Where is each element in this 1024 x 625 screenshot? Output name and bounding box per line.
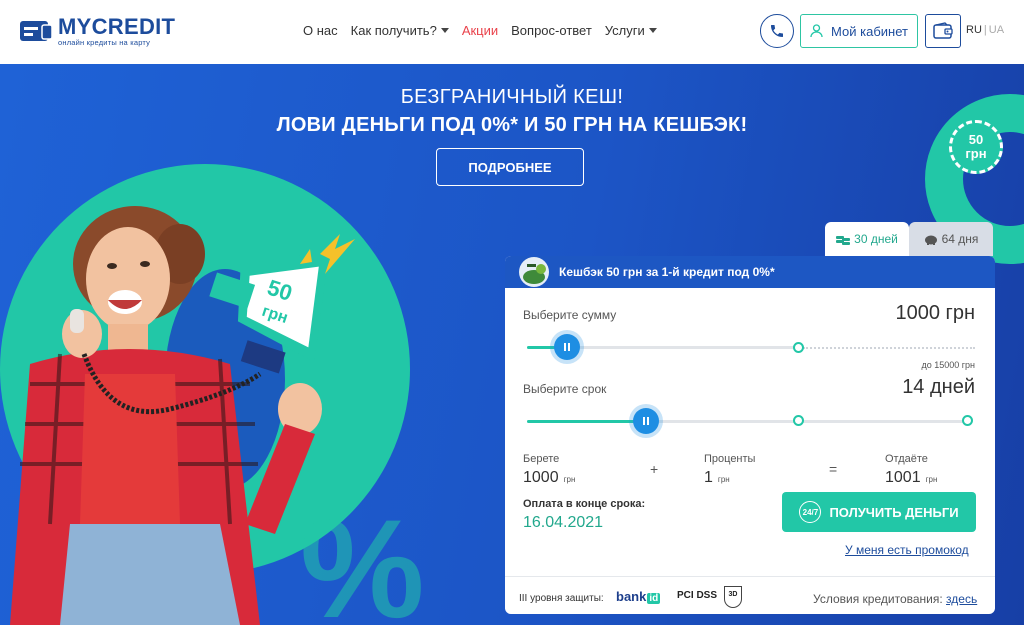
- nav-services[interactable]: Услуги: [605, 23, 657, 38]
- pci-dss-logo: PCI DSS: [677, 590, 718, 601]
- term-tabs: 30 дней 64 дня: [825, 222, 993, 256]
- main-nav: О нас Как получить? Акции Вопрос-ответ У…: [303, 23, 670, 38]
- piggy-bank-icon: [924, 235, 937, 245]
- my-cabinet-label: Мой кабинет: [831, 23, 908, 39]
- give-value: 1001 грн: [885, 469, 938, 486]
- nav-faq[interactable]: Вопрос-ответ: [511, 23, 592, 38]
- nav-how-to-get[interactable]: Как получить?: [351, 23, 449, 38]
- credit-terms: Условия кредитования: здесь: [813, 592, 977, 606]
- interest-value: 1 грн: [704, 469, 730, 486]
- logo[interactable]: MYCREDIT онлайн кредиты на карту: [20, 16, 175, 47]
- amount-max-note: до 15000 грн: [921, 360, 975, 370]
- wallet-button[interactable]: [925, 14, 961, 48]
- coins-icon: [836, 236, 851, 245]
- term-slider-handle[interactable]: [633, 408, 659, 434]
- lang-ua[interactable]: UA: [989, 24, 1004, 36]
- tab-30-days[interactable]: 30 дней: [825, 222, 909, 256]
- payment-date-value: 16.04.2021: [523, 514, 604, 531]
- credit-terms-label: Условия кредитования:: [813, 592, 943, 606]
- amount-slider-handle[interactable]: [554, 334, 580, 360]
- term-value: 14 дней: [902, 376, 975, 398]
- amount-slider-marker[interactable]: [793, 342, 804, 353]
- girl-with-megaphone-illustration: 50 грн: [10, 206, 355, 625]
- cashback-strip: Кешбэк 50 грн за 1-й кредит под 0%*: [505, 256, 995, 288]
- security-label: III уровня защиты:: [519, 593, 604, 604]
- wallet-icon: [933, 22, 953, 39]
- tab-64-days[interactable]: 64 дня: [909, 222, 993, 256]
- give-label: Отдаёте: [885, 453, 928, 465]
- user-icon: [810, 24, 823, 38]
- term-label: Выберите срок: [523, 382, 607, 396]
- logo-card-icon: [20, 19, 53, 45]
- calculator-footer: III уровня защиты: bank id PCI DSS 3D Усл…: [505, 576, 995, 614]
- phone-button[interactable]: [760, 14, 794, 48]
- hero-banner: 50 грн % БЕЗГРАНИЧНЫЙ КЕШ! ЛОВИ ДЕНЬГИ П…: [0, 64, 1024, 625]
- lang-ru[interactable]: RU: [966, 24, 982, 36]
- chevron-down-icon: [648, 28, 657, 33]
- nav-about[interactable]: О нас: [303, 23, 338, 38]
- take-value: 1000 грн: [523, 469, 576, 486]
- tab-64-days-label: 64 дня: [941, 232, 979, 246]
- turtle-avatar-icon: [519, 257, 549, 287]
- credit-terms-link[interactable]: здесь: [946, 592, 977, 606]
- logo-title: MYCREDIT: [58, 14, 176, 39]
- amount-label: Выберите сумму: [523, 308, 617, 322]
- plus-sign: +: [650, 461, 659, 477]
- chevron-down-icon: [440, 28, 449, 33]
- lang-separator: |: [983, 24, 987, 36]
- loan-calculator: Кешбэк 50 грн за 1-й кредит под 0%* Выбе…: [505, 256, 995, 613]
- amount-value: 1000 грн: [895, 302, 975, 324]
- hero-subtitle: ЛОВИ ДЕНЬГИ ПОД 0%* И 50 ГРН НА КЕШБЭК!: [276, 114, 748, 136]
- payment-date-label: Оплата в конце срока:: [523, 498, 646, 510]
- cashback-text: Кешбэк 50 грн за 1-й кредит под 0%*: [559, 265, 775, 279]
- interest-label: Проценты: [704, 453, 756, 465]
- amount-slider-extended: [803, 347, 975, 349]
- my-cabinet-button[interactable]: Мой кабинет: [800, 14, 918, 48]
- site-header: MYCREDIT онлайн кредиты на карту О нас К…: [0, 0, 1024, 64]
- 3d-secure-icon: 3D: [724, 586, 742, 608]
- cashback-badge-currency: грн: [965, 146, 987, 161]
- nav-promotions[interactable]: Акции: [462, 23, 498, 38]
- get-money-label: ПОЛУЧИТЬ ДЕНЬГИ: [829, 504, 959, 520]
- phone-icon: [771, 25, 783, 37]
- hero-title: БЕЗГРАНИЧНЫЙ КЕШ!: [400, 86, 624, 108]
- take-label: Берете: [523, 453, 560, 465]
- term-slider-marker[interactable]: [793, 415, 804, 426]
- get-money-button[interactable]: 24/7 ПОЛУЧИТЬ ДЕНЬГИ: [782, 492, 976, 532]
- language-switcher: RU | UA: [966, 24, 1004, 36]
- bankid-logo: bank id: [616, 589, 661, 604]
- equals-sign: =: [829, 461, 838, 477]
- term-slider-marker[interactable]: [962, 415, 973, 426]
- 24-7-icon: 24/7: [799, 501, 822, 523]
- promo-code-link[interactable]: У меня есть промокод: [845, 543, 969, 557]
- more-details-button[interactable]: ПОДРОБНЕЕ: [436, 148, 584, 186]
- term-slider-fill: [527, 420, 647, 423]
- logo-subtitle: онлайн кредиты на карту: [58, 38, 151, 47]
- tab-30-days-label: 30 дней: [854, 232, 898, 246]
